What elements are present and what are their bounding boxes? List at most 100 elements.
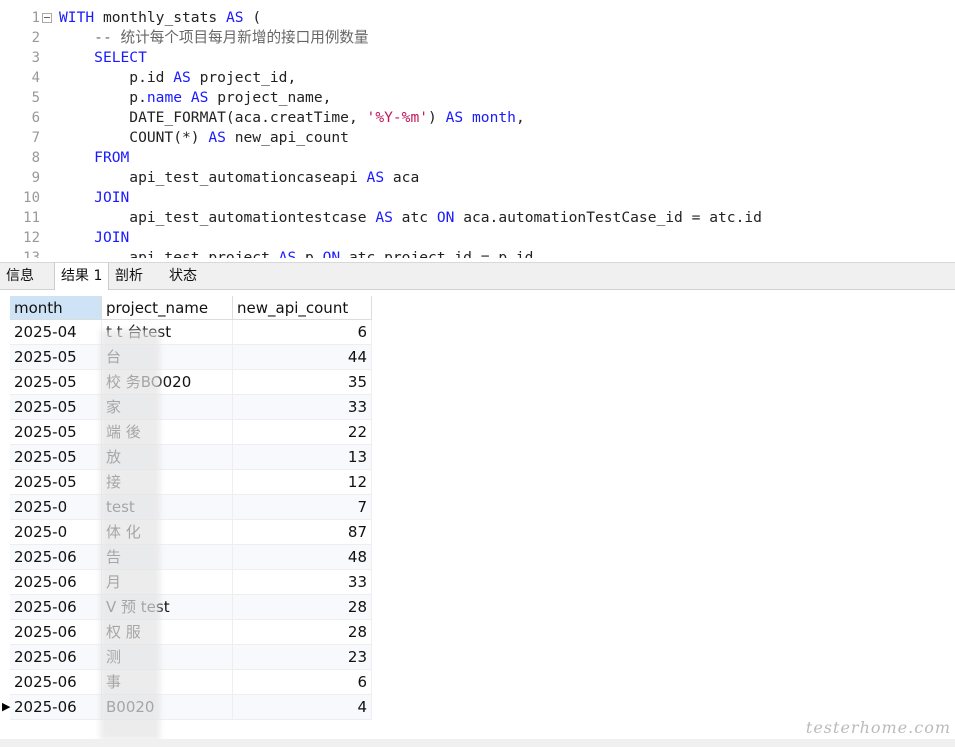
cell-month[interactable]: 2025-06 bbox=[10, 570, 102, 595]
code-line[interactable]: 6 DATE_FORMAT(aca.creatTime, '%Y-%m') AS… bbox=[0, 108, 955, 128]
cell-month[interactable]: 2025-06 bbox=[10, 545, 102, 570]
line-number: 10 bbox=[23, 190, 40, 206]
cell-new-api-count[interactable]: 4 bbox=[233, 695, 372, 720]
code-text: DATE_FORMAT(aca.creatTime, '%Y-%m') AS m… bbox=[59, 109, 525, 126]
table-row[interactable]: 2025-05 家33 bbox=[10, 395, 372, 420]
line-number: 11 bbox=[23, 210, 40, 226]
cell-new-api-count[interactable]: 44 bbox=[233, 345, 372, 370]
table-row[interactable]: 2025-06 测23 bbox=[10, 645, 372, 670]
code-line[interactable]: 4 p.id AS project_id, bbox=[0, 68, 955, 88]
code-text: FROM bbox=[94, 149, 130, 166]
code-line[interactable]: 13 api_test_project AS p ON atc.project_… bbox=[0, 248, 955, 258]
table-row[interactable]: 2025-05 放13 bbox=[10, 445, 372, 470]
cell-month[interactable]: 2025-06 bbox=[10, 620, 102, 645]
fold-toggle-icon[interactable] bbox=[42, 13, 52, 23]
cell-new-api-count[interactable]: 23 bbox=[233, 645, 372, 670]
code-line[interactable]: 2 -- 统计每个项目每月新增的接口用例数量 bbox=[0, 28, 955, 48]
code-line[interactable]: 7 COUNT(*) AS new_api_count bbox=[0, 128, 955, 148]
line-number: 9 bbox=[31, 170, 40, 186]
code-text: SELECT bbox=[94, 49, 147, 66]
code-text: api_test_automationtestcase AS atc ON ac… bbox=[59, 209, 762, 226]
line-number: 7 bbox=[31, 130, 40, 146]
cell-month[interactable]: 2025-04 bbox=[10, 320, 102, 345]
column-header-new-api-count[interactable]: new_api_count bbox=[233, 296, 372, 320]
cell-new-api-count[interactable]: 48 bbox=[233, 545, 372, 570]
cell-new-api-count[interactable]: 6 bbox=[233, 320, 372, 345]
watermark: testerhome.com bbox=[805, 718, 951, 737]
code-text: -- 统计每个项目每月新增的接口用例数量 bbox=[94, 29, 369, 46]
table-row[interactable]: 2025-05 校 务BO02035 bbox=[10, 370, 372, 395]
table-row[interactable]: 2025-05 端 後22 bbox=[10, 420, 372, 445]
tab-result-1[interactable]: 结果 1 bbox=[54, 263, 110, 290]
cell-new-api-count[interactable]: 35 bbox=[233, 370, 372, 395]
cell-month[interactable]: 2025-0 bbox=[10, 495, 102, 520]
line-number: 4 bbox=[31, 70, 40, 86]
code-text: JOIN bbox=[94, 229, 130, 246]
column-header-project-name[interactable]: project_name bbox=[102, 296, 233, 320]
cell-month[interactable]: 2025-05 bbox=[10, 445, 102, 470]
cell-month[interactable]: 2025-05 bbox=[10, 370, 102, 395]
line-number: 5 bbox=[31, 90, 40, 106]
code-line[interactable]: 8 FROM bbox=[0, 148, 955, 168]
cell-new-api-count[interactable]: 22 bbox=[233, 420, 372, 445]
cell-new-api-count[interactable]: 28 bbox=[233, 620, 372, 645]
cell-new-api-count[interactable]: 7 bbox=[233, 495, 372, 520]
line-number: 1 bbox=[31, 10, 40, 26]
code-text: api_test_project AS p ON atc.project_id … bbox=[59, 249, 534, 258]
line-number: 3 bbox=[31, 50, 40, 66]
code-line[interactable]: 3 SELECT bbox=[0, 48, 955, 68]
cell-month[interactable]: 2025-06 bbox=[10, 645, 102, 670]
code-text: COUNT(*) AS new_api_count bbox=[59, 129, 349, 146]
cell-new-api-count[interactable]: 13 bbox=[233, 445, 372, 470]
table-row[interactable]: 2025-0 test7 bbox=[10, 495, 372, 520]
line-number: 6 bbox=[31, 110, 40, 126]
table-row[interactable]: 2025-04t t 台test6 bbox=[10, 320, 372, 345]
cell-new-api-count[interactable]: 6 bbox=[233, 670, 372, 695]
current-row-pointer-icon: ▶ bbox=[2, 700, 11, 713]
cell-month[interactable]: 2025-06 bbox=[10, 595, 102, 620]
table-row[interactable]: 2025-06V 预 test28 bbox=[10, 595, 372, 620]
cell-month[interactable]: 2025-06 bbox=[10, 670, 102, 695]
table-row[interactable]: 2025-06权 服28 bbox=[10, 620, 372, 645]
tab-profile[interactable]: 剖析 bbox=[109, 263, 149, 289]
cell-new-api-count[interactable]: 87 bbox=[233, 520, 372, 545]
table-row[interactable]: 2025-06 告48 bbox=[10, 545, 372, 570]
line-number: 2 bbox=[31, 30, 40, 46]
line-number: 13 bbox=[23, 250, 40, 258]
code-text: api_test_automationcaseapi AS aca bbox=[59, 169, 420, 186]
line-number: 8 bbox=[31, 150, 40, 166]
cell-month[interactable]: 2025-05 bbox=[10, 470, 102, 495]
column-header-month[interactable]: month bbox=[10, 296, 102, 320]
code-line[interactable]: 11 api_test_automationtestcase AS atc ON… bbox=[0, 208, 955, 228]
code-line[interactable]: 5 p.name AS project_name, bbox=[0, 88, 955, 108]
code-text: JOIN bbox=[94, 189, 130, 206]
table-row[interactable]: 2025-05 台44 bbox=[10, 345, 372, 370]
table-row[interactable]: 2025-06 事6 bbox=[10, 670, 372, 695]
code-line[interactable]: 1 WITH monthly_stats AS ( bbox=[0, 8, 955, 28]
code-text: p.id AS project_id, bbox=[59, 69, 297, 86]
cell-month[interactable]: 2025-05 bbox=[10, 345, 102, 370]
code-text: WITH monthly_stats AS ( bbox=[59, 9, 262, 26]
table-row[interactable]: 2025-06月33 bbox=[10, 570, 372, 595]
sql-editor[interactable]: 1 WITH monthly_stats AS ( 2 -- 统计每个项目每月新增的… bbox=[0, 0, 955, 258]
result-tabs: 信息 结果 1 剖析 状态 bbox=[0, 262, 955, 290]
cell-new-api-count[interactable]: 28 bbox=[233, 595, 372, 620]
cell-new-api-count[interactable]: 12 bbox=[233, 470, 372, 495]
cell-month[interactable]: 2025-0 bbox=[10, 520, 102, 545]
code-text: p.name AS project_name, bbox=[59, 89, 332, 106]
code-line[interactable]: 10 JOIN bbox=[0, 188, 955, 208]
table-row[interactable]: 2025-0 体 化87 bbox=[10, 520, 372, 545]
code-line[interactable]: 9 api_test_automationcaseapi AS aca bbox=[0, 168, 955, 188]
table-row[interactable]: 2025-05 接12 bbox=[10, 470, 372, 495]
cell-new-api-count[interactable]: 33 bbox=[233, 570, 372, 595]
result-grid[interactable]: month project_name new_api_count 2025-04… bbox=[0, 290, 955, 740]
cell-month[interactable]: 2025-05 bbox=[10, 395, 102, 420]
tab-status[interactable]: 状态 bbox=[163, 263, 203, 289]
table-row[interactable]: 2025-06 B00204 bbox=[10, 695, 372, 720]
cell-month[interactable]: 2025-05 bbox=[10, 420, 102, 445]
tab-info[interactable]: 信息 bbox=[0, 263, 40, 289]
status-bar bbox=[0, 739, 955, 747]
code-line[interactable]: 12 JOIN bbox=[0, 228, 955, 248]
cell-month[interactable]: 2025-06 bbox=[10, 695, 102, 720]
cell-new-api-count[interactable]: 33 bbox=[233, 395, 372, 420]
